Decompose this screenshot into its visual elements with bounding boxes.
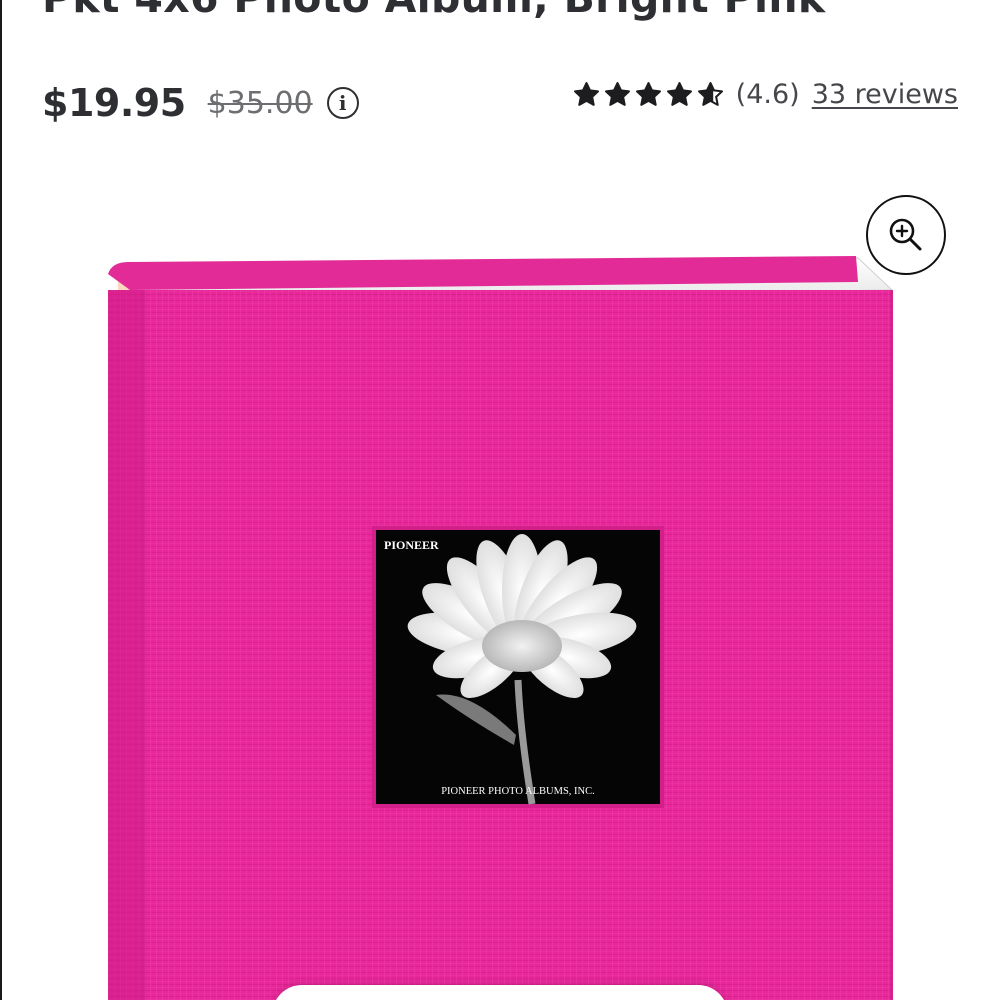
rating-row: (4.6) 33 reviews (573, 75, 958, 113)
window-caption: PIONEER PHOTO ALBUMS, INC. (441, 786, 595, 797)
flower-center (482, 620, 562, 672)
star-full-icon (635, 81, 661, 106)
star-full-icon (604, 81, 630, 106)
star-half-icon (697, 81, 723, 106)
was-price: $35.00 (207, 85, 313, 121)
reviews-link[interactable]: 33 reviews (812, 79, 958, 110)
current-price: $19.95 (42, 81, 186, 125)
product-image[interactable]: PIONEER PIONEER PHOTO ALBUMS, INC. (0, 240, 1000, 1000)
star-full-icon (666, 81, 692, 106)
rating-value: (4.6) (735, 78, 800, 110)
star-full-icon (573, 81, 599, 106)
info-icon[interactable]: i (326, 87, 359, 119)
zoom-button[interactable] (866, 195, 946, 275)
album-spine-shade (108, 290, 142, 1000)
product-title: Pkt 4x6 Photo Album, Bright Pink (42, 0, 825, 22)
price-row: $19.95 $35.00 i (42, 80, 359, 126)
window-brand: PIONEER (384, 538, 439, 552)
bottom-action-pill[interactable] (272, 985, 728, 1000)
zoom-in-icon (889, 218, 922, 251)
product-page: Pkt 4x6 Photo Album, Bright Pink $19.95 … (0, 0, 1000, 1000)
star-rating (573, 81, 728, 108)
